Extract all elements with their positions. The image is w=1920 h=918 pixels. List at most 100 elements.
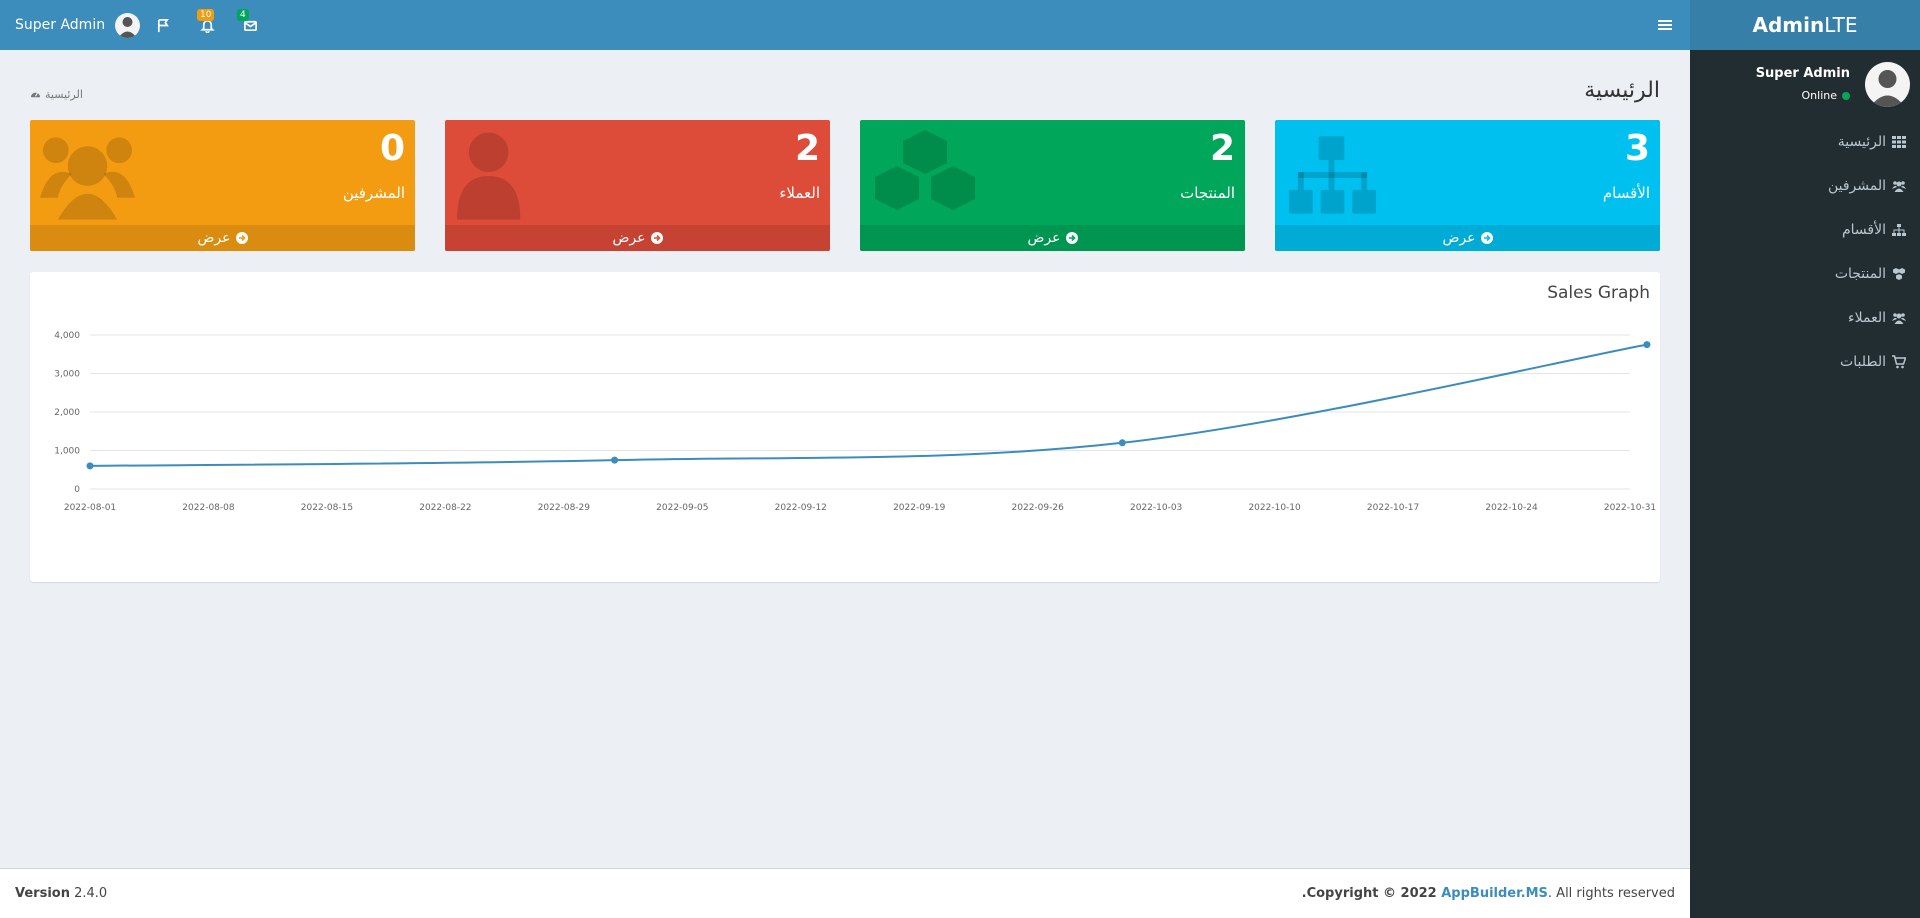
arrow-circle-right-icon: [1480, 232, 1493, 244]
top-navbar: Super Admin 10 4: [0, 0, 1690, 50]
view-label: عرض: [197, 230, 231, 246]
sidebar-avatar: [1865, 62, 1910, 107]
sidebar-item-clients[interactable]: العملاء: [1690, 296, 1920, 340]
y-tick-label: 4,000: [54, 331, 80, 341]
sidebar-item-orders[interactable]: الطلبات: [1690, 340, 1920, 384]
sales-chart: 0 1,000 2,000 3,000 4,000 2022-08-01 2022-08-0…: [54, 331, 1656, 513]
messages-badge: 4: [237, 9, 249, 21]
y-tick-label: 1,000: [54, 447, 80, 457]
sidebar-item-products[interactable]: المنتجات: [1690, 252, 1920, 296]
sales-graph-box: 0 1,000 2,000 3,000 4,000 2022-08-01 2022-08-0…: [30, 272, 1660, 582]
arrow-circle-right-icon: [650, 232, 663, 244]
logo-bold: Admin: [1752, 13, 1825, 37]
breadcrumb-home: الرئيسية: [45, 88, 83, 101]
menu-toggle-button[interactable]: [1650, 0, 1680, 50]
x-tick-label: 2022-09-05: [656, 503, 708, 513]
x-tick-label: 2022-08-01: [64, 503, 116, 513]
sidebar-item-admins[interactable]: المشرفين: [1690, 164, 1920, 208]
sidebar-item-label: الرئيسية: [1837, 134, 1886, 150]
stat-box-admins: 0 المشرفين عرض: [30, 120, 415, 251]
sidebar-item-categories[interactable]: الأقسام: [1690, 208, 1920, 252]
version-info: Version 2.4.0: [15, 886, 107, 901]
page-title: الرئيسية: [1584, 78, 1660, 103]
x-tick-label: 2022-08-29: [538, 503, 591, 513]
view-categories-link[interactable]: عرض: [1275, 225, 1660, 251]
x-tick-label: 2022-09-26: [1012, 503, 1065, 513]
user-icon: [456, 132, 521, 220]
breadcrumb[interactable]: الرئيسية: [30, 88, 83, 101]
main-footer: Version 2.4.0 .Copyright © 2022 AppBuild…: [0, 868, 1690, 918]
stat-label: المشرفين: [342, 184, 405, 202]
logo-light: LTE: [1824, 13, 1858, 37]
stat-box-categories: 3 الأقسام عرض: [1275, 120, 1660, 251]
copyright: .Copyright © 2022 AppBuilder.MS. All rig…: [1302, 886, 1675, 901]
envelope-icon[interactable]: 4: [230, 0, 270, 50]
arrow-circle-right-icon: [235, 232, 248, 244]
stat-label: العملاء: [779, 184, 820, 202]
cubes-icon: [875, 130, 975, 210]
header-avatar: [115, 12, 141, 38]
sidebar-item-label: الأقسام: [1842, 222, 1886, 238]
users-icon: [40, 137, 135, 220]
user-panel: Super Admin Online: [1690, 50, 1920, 120]
sidebar-item-label: الطلبات: [1840, 354, 1886, 370]
y-tick-label: 2,000: [54, 408, 80, 418]
header-user-name: Super Admin: [15, 17, 106, 33]
users-icon: [1892, 313, 1906, 324]
sidebar: Admin LTE Super Admin Online الرئيسية الم…: [1690, 0, 1920, 918]
x-tick-label: 2022-10-31: [1604, 503, 1656, 513]
sidebar-item-label: المشرفين: [1827, 178, 1886, 194]
sitemap-icon: [1892, 224, 1906, 236]
x-tick-label: 2022-08-08: [182, 503, 235, 513]
x-tick-label: 2022-09-12: [775, 503, 827, 513]
status-text: Online: [1801, 89, 1837, 102]
notifications-badge: 10: [197, 9, 215, 21]
y-tick-label: 3,000: [54, 370, 80, 380]
stat-label: المنتجات: [1180, 184, 1235, 202]
series-line: [89, 343, 1648, 467]
arrow-circle-right-icon: [1065, 232, 1078, 244]
sidebar-user-name: Super Admin: [1755, 66, 1850, 81]
bars-icon: [1658, 20, 1672, 30]
x-tick-label: 2022-10-03: [1130, 503, 1182, 513]
sidebar-item-label: العملاء: [1848, 310, 1886, 326]
view-clients-link[interactable]: عرض: [445, 225, 830, 251]
stat-value: 0: [379, 128, 405, 169]
flag-icon[interactable]: [143, 0, 183, 50]
view-products-link[interactable]: عرض: [860, 225, 1245, 251]
user-menu[interactable]: Super Admin: [15, 0, 141, 50]
sidebar-item-home[interactable]: الرئيسية: [1690, 120, 1920, 164]
data-point: [1118, 439, 1126, 447]
y-tick-label: 0: [74, 485, 80, 495]
stat-box-products: 2 المنتجات عرض: [860, 120, 1245, 251]
brand-link[interactable]: AppBuilder.MS: [1441, 886, 1548, 901]
view-admins-link[interactable]: عرض: [30, 225, 415, 251]
dashboard-icon: [30, 92, 41, 98]
view-label: عرض: [1442, 230, 1476, 246]
logo[interactable]: Admin LTE: [1690, 0, 1920, 50]
sidebar-menu: الرئيسية المشرفين الأقسام المنتجات العمل…: [1690, 120, 1920, 384]
view-label: عرض: [1027, 230, 1061, 246]
stat-label: الأقسام: [1602, 184, 1650, 202]
chart-title: Sales Graph: [1547, 283, 1650, 303]
view-label: عرض: [612, 230, 646, 246]
bell-icon[interactable]: 10: [187, 0, 227, 50]
x-tick-label: 2022-09-19: [893, 503, 946, 513]
copyright-prefix: .Copyright © 2022: [1301, 886, 1442, 901]
th-icon: [1892, 136, 1906, 148]
data-point: [611, 456, 619, 464]
stat-value: 2: [794, 128, 820, 169]
copyright-suffix: . All rights reserved: [1547, 886, 1675, 901]
data-point: [86, 462, 94, 470]
users-icon: [1892, 181, 1906, 192]
sidebar-item-label: المنتجات: [1834, 266, 1886, 282]
x-tick-label: 2022-10-17: [1367, 503, 1419, 513]
stat-value: 3: [1624, 128, 1650, 169]
x-tick-label: 2022-10-10: [1248, 503, 1301, 513]
data-point: [1643, 341, 1651, 349]
cart-icon: [1892, 355, 1906, 369]
x-tick-label: 2022-10-24: [1485, 503, 1538, 513]
x-tick-label: 2022-08-15: [301, 503, 353, 513]
stat-box-clients: 2 العملاء عرض: [445, 120, 830, 251]
version-label: Version: [15, 886, 70, 901]
